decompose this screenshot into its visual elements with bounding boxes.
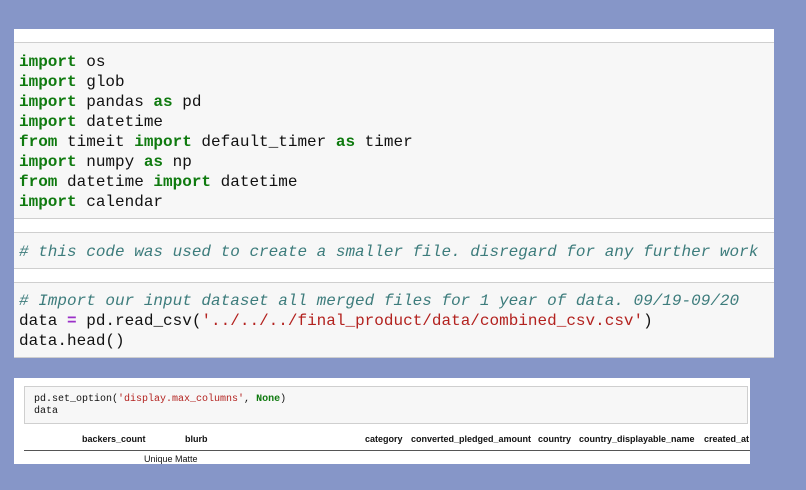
code-line: import pandas as pd xyxy=(19,92,774,112)
code-token: import xyxy=(19,153,77,171)
code-token: import xyxy=(19,193,77,211)
code-token: timeit xyxy=(57,133,135,151)
code-token: ) xyxy=(643,312,653,330)
code-token: as xyxy=(153,93,173,111)
code-token: glob xyxy=(76,73,125,91)
code-token: datetime xyxy=(211,173,298,191)
code-token: import xyxy=(19,113,77,131)
code-token: default_timer xyxy=(191,133,336,151)
code-line: pd.set_option('display.max_columns', Non… xyxy=(34,394,747,406)
column-header: country_displayable_name xyxy=(579,434,695,444)
code-token: pd xyxy=(172,93,202,111)
code-token: from xyxy=(19,173,58,191)
code-line: import os xyxy=(19,52,774,72)
code-token: data xyxy=(34,406,59,417)
code-token: 'display.max_columns' xyxy=(118,394,245,405)
code-token: # Import our input dataset all merged fi… xyxy=(19,292,740,310)
code-line: from timeit import default_timer as time… xyxy=(19,132,774,152)
code-token: pd.read_csv( xyxy=(76,312,202,330)
code-token: # this code was used to create a smaller… xyxy=(19,243,759,261)
column-header: backers_count xyxy=(82,434,146,444)
code-token: np xyxy=(163,153,192,171)
code-token: as xyxy=(335,133,356,151)
code-token: None xyxy=(256,394,281,405)
code-token: datetime xyxy=(76,113,164,131)
notebook-panel-top: import os import glob import pandas as pd i… xyxy=(14,29,774,358)
code-token: os xyxy=(76,53,106,71)
code-token: as xyxy=(143,153,164,171)
column-header: category xyxy=(365,434,403,444)
code-token: import xyxy=(19,53,77,71)
dataframe-header: backers_count blurb category converted_p… xyxy=(24,428,750,451)
code-token: import xyxy=(19,93,77,111)
code-line: import numpy as np xyxy=(19,152,774,172)
code-token: numpy xyxy=(76,153,144,171)
code-token: data xyxy=(19,312,68,330)
code-token: data.head() xyxy=(19,332,125,350)
code-line: import calendar xyxy=(19,192,774,212)
code-line: data.head() xyxy=(19,331,774,351)
code-token: ) xyxy=(280,394,287,405)
code-line: # Import our input dataset all merged fi… xyxy=(19,291,774,311)
code-token: datetime xyxy=(57,173,154,191)
code-token: from xyxy=(19,133,58,151)
table-row: Unique Matte xyxy=(24,451,750,464)
code-token: '../../../final_product/data/combined_cs… xyxy=(201,312,644,330)
table-cell-blurb: Unique Matte xyxy=(144,454,198,464)
column-header: created_at xyxy=(704,434,750,444)
column-header: converted_pledged_amount xyxy=(411,434,532,444)
code-token: import xyxy=(134,133,192,151)
column-header: blurb xyxy=(185,434,208,444)
code-token: pandas xyxy=(76,93,154,111)
code-token: import xyxy=(153,173,212,191)
code-cell-read-csv[interactable]: # Import our input dataset all merged fi… xyxy=(14,282,774,358)
code-token: calendar xyxy=(76,193,164,211)
code-token: pd.set_option( xyxy=(34,394,119,405)
column-header: country xyxy=(538,434,572,444)
code-line: data xyxy=(34,406,747,418)
code-line: data = pd.read_csv('../../../final_produ… xyxy=(19,311,774,331)
code-token: import xyxy=(19,73,77,91)
code-line: import datetime xyxy=(19,112,774,132)
code-cell-comment[interactable]: # this code was used to create a smaller… xyxy=(14,232,774,269)
code-line: from datetime import datetime xyxy=(19,172,774,192)
code-cell-set-option[interactable]: pd.set_option('display.max_columns', Non… xyxy=(24,386,748,424)
code-token: , xyxy=(244,394,257,405)
code-line: import glob xyxy=(19,72,774,92)
code-line: # this code was used to create a smaller… xyxy=(19,242,774,262)
code-token: timer xyxy=(355,133,413,151)
notebook-panel-bottom: pd.set_option('display.max_columns', Non… xyxy=(14,378,750,464)
code-cell-imports[interactable]: import os import glob import pandas as pd i… xyxy=(14,42,774,219)
code-token: = xyxy=(67,312,77,330)
